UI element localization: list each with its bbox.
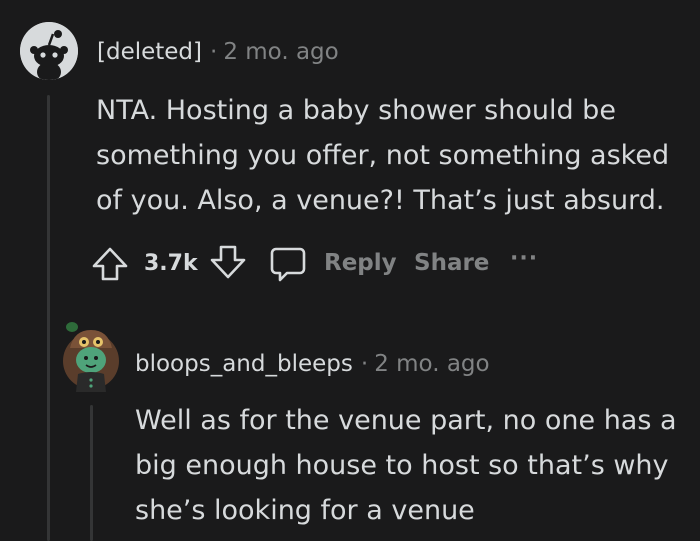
- snoo-icon: [20, 22, 78, 80]
- thread-collapse-line[interactable]: [47, 95, 50, 541]
- comment-meta: [deleted] · 2 mo. ago: [97, 39, 339, 65]
- more-options-button[interactable]: ···: [510, 246, 538, 271]
- comment-timestamp: 2 mo. ago: [223, 39, 339, 65]
- arrow-up-icon: [92, 247, 128, 281]
- comment-actions: 3.7k Reply Share ···: [90, 240, 560, 288]
- reply-author[interactable]: bloops_and_bleeps: [135, 351, 353, 377]
- downvote-button[interactable]: [208, 242, 248, 282]
- reply-body: Well as for the venue part, no one has a…: [135, 398, 677, 533]
- reply-label[interactable]: Reply: [324, 250, 397, 276]
- reply-meta: bloops_and_bleeps · 2 mo. ago: [135, 351, 490, 377]
- comment-body-line: of you. Also, a venue?! That’s just absu…: [96, 185, 665, 216]
- meta-separator: ·: [360, 351, 369, 377]
- comment-body-line: something you offer, not something asked: [96, 140, 670, 171]
- user-avatar[interactable]: [62, 318, 120, 392]
- vote-score: 3.7k: [144, 251, 198, 276]
- comment-body-line: NTA. Hosting a baby shower should be: [96, 95, 616, 126]
- arrow-down-icon: [210, 245, 246, 279]
- reply-thread-collapse-line[interactable]: [90, 405, 93, 541]
- reply-body-line: she’s looking for a venue: [135, 495, 475, 526]
- reply-timestamp: 2 mo. ago: [374, 351, 490, 377]
- custom-avatar-icon: [63, 322, 119, 392]
- share-button[interactable]: Share: [414, 250, 489, 276]
- deleted-user-avatar[interactable]: [20, 22, 78, 80]
- reply-body-line: Well as for the venue part, no one has a: [135, 405, 677, 436]
- ellipsis-icon: ···: [510, 246, 539, 271]
- meta-separator: ·: [210, 39, 218, 65]
- comment-author[interactable]: [deleted]: [97, 39, 202, 65]
- upvote-button[interactable]: [90, 244, 130, 284]
- reply-body-line: big enough house to host so that’s why: [135, 450, 669, 481]
- speech-bubble-icon: [270, 247, 306, 282]
- comment-body: NTA. Hosting a baby shower should be som…: [96, 88, 669, 223]
